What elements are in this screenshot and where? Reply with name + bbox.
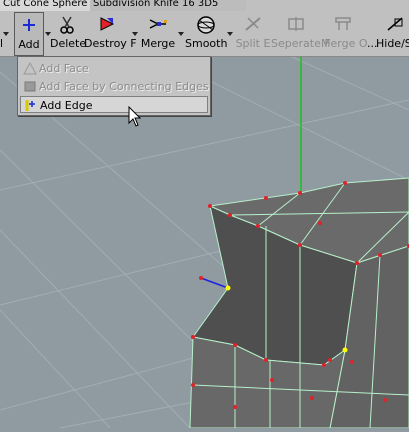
scissors-icon bbox=[60, 16, 74, 34]
add-face-icon bbox=[23, 62, 37, 75]
mesh[interactable] bbox=[189, 177, 409, 429]
chevron-down-icon[interactable] bbox=[178, 32, 184, 36]
destroy-face-label: Destroy F bbox=[84, 37, 137, 50]
merge-button[interactable]: Merge bbox=[139, 12, 177, 56]
split-edge-icon bbox=[245, 17, 261, 31]
menu-item-add-face[interactable]: Add Face bbox=[20, 60, 208, 77]
smooth-label: Smooth bbox=[185, 37, 228, 50]
tab-cut-cone-sphere[interactable]: Cut Cone Sphere bbox=[0, 0, 93, 11]
menu-item-label: Add Face bbox=[39, 62, 89, 75]
chevron-down-icon bbox=[3, 32, 9, 36]
destroy-face-button[interactable]: Destroy F bbox=[84, 12, 137, 56]
chevron-down-icon[interactable] bbox=[132, 32, 138, 36]
separate-faces-label: Seperate F bbox=[271, 37, 331, 50]
menu-item-add-face-by-connecting-edges[interactable]: Add Face by Connecting Edges bbox=[20, 78, 209, 95]
hide-show-label: Hide/S bbox=[376, 37, 409, 50]
menu-item-label: Add Edge bbox=[40, 99, 93, 112]
split-edge-label: Split E bbox=[235, 37, 271, 50]
destroy-face-icon bbox=[100, 17, 115, 31]
add-edge-icon bbox=[25, 100, 35, 111]
hide-show-icon bbox=[387, 17, 403, 31]
smooth-button[interactable]: Smooth bbox=[185, 12, 227, 56]
merge-objects-label: Merge O bbox=[321, 37, 368, 50]
menu-item-label: Add Face by Connecting Edges bbox=[39, 80, 209, 93]
previous-tool-overflow[interactable]: l bbox=[0, 12, 12, 56]
merge-icon bbox=[149, 19, 167, 29]
delete-label: Delete bbox=[50, 37, 87, 50]
more-tools-button[interactable]: ... bbox=[367, 12, 378, 56]
mouse-cursor-icon bbox=[128, 106, 142, 127]
delete-button[interactable]: Delete bbox=[50, 12, 87, 56]
separate-faces-button[interactable]: Seperate F bbox=[271, 12, 331, 56]
toolbar: l Add Delete Destroy F Merge Smooth Spli… bbox=[0, 12, 409, 57]
add-dropdown-menu: Add Face Add Face by Connecting Edges Ad… bbox=[17, 56, 211, 116]
menu-item-add-edge[interactable]: Add Edge bbox=[20, 96, 208, 113]
gizmo-origin bbox=[199, 276, 203, 280]
merge-objects-button[interactable]: Merge O bbox=[321, 12, 368, 56]
selected-vertex[interactable] bbox=[342, 347, 348, 353]
smooth-sphere-icon bbox=[197, 16, 215, 34]
merge-label: Merge bbox=[140, 37, 176, 50]
tab-subdivision-knife[interactable]: Subdivision Knife 16 3D5 bbox=[90, 0, 246, 11]
add-icon bbox=[23, 19, 35, 31]
separate-faces-icon bbox=[288, 17, 304, 31]
connect-edges-icon bbox=[24, 81, 36, 92]
split-edge-button[interactable]: Split E bbox=[235, 12, 271, 56]
chevron-down-icon[interactable] bbox=[227, 32, 233, 36]
add-label: Add bbox=[18, 38, 40, 51]
selected-vertex[interactable] bbox=[225, 285, 231, 291]
hide-show-button[interactable]: Hide/S bbox=[376, 12, 409, 56]
merge-objects-icon bbox=[335, 17, 351, 30]
add-button[interactable]: Add bbox=[14, 12, 44, 56]
